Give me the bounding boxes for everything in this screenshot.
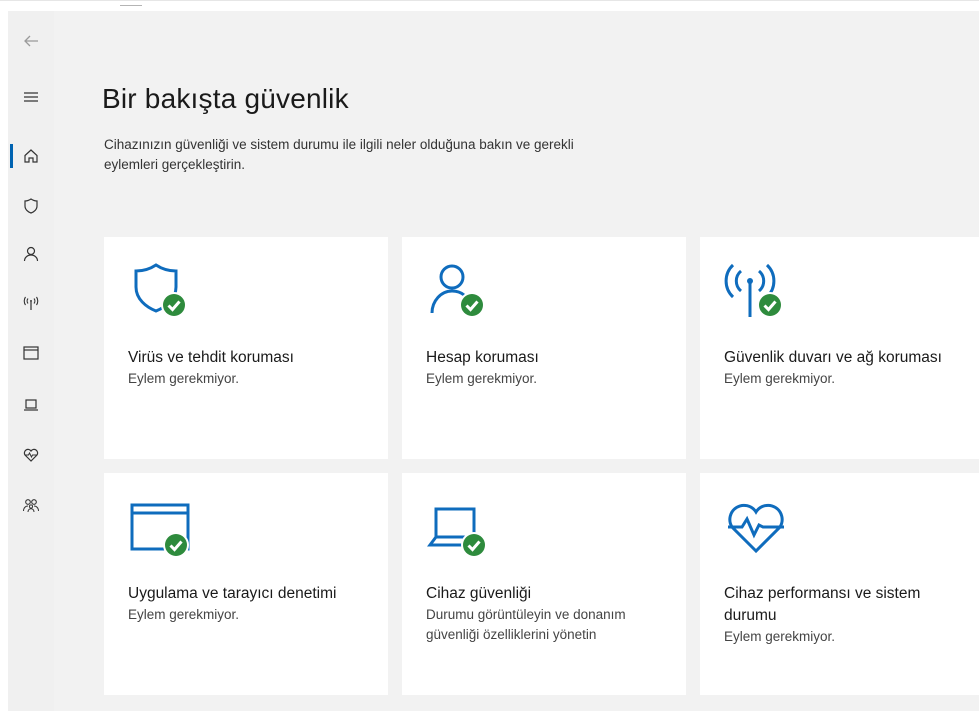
page-title: Bir bakışta güvenlik — [102, 83, 349, 114]
tile-device-security[interactable]: Cihaz güvenliği Durumu görüntüleyin ve d… — [402, 473, 686, 695]
tile-subtitle: Durumu görüntüleyin ve donanım güvenliği… — [426, 607, 626, 642]
antenna-check-icon — [724, 263, 783, 318]
tile-title-text: Cihaz güvenliği — [426, 585, 532, 602]
sidebar-item-home[interactable] — [8, 136, 54, 176]
menu-button[interactable] — [8, 77, 54, 117]
tile-subtitle: Eylem gerekmiyor. — [724, 629, 836, 644]
tile-title-text: Güvenlik duvarı ve ağ koruması — [724, 349, 942, 366]
sidebar-item-device-security[interactable] — [8, 385, 54, 425]
tile-title: Uygulama ve tarayıcı denetimi Eylem gere… — [128, 583, 378, 625]
tile-title: Güvenlik duvarı ve ağ koruması Eylem ger… — [724, 347, 974, 389]
tile-subtitle: Eylem gerekmiyor. — [426, 371, 538, 386]
sidebar — [8, 11, 54, 711]
person-check-icon — [430, 264, 485, 318]
tile-device-performance-health[interactable]: Cihaz performansı ve sistem durumu Eylem… — [700, 473, 979, 695]
tile-title-text: Virüs ve tehdit koruması — [128, 349, 294, 366]
laptop-icon — [24, 399, 38, 411]
tile-title: Cihaz güvenliği Durumu görüntüleyin ve d… — [426, 583, 676, 645]
network-antenna-icon — [23, 296, 39, 310]
tile-firewall-network-protection[interactable]: Güvenlik duvarı ve ağ koruması Eylem ger… — [700, 237, 979, 459]
sidebar-item-app-browser[interactable] — [8, 333, 54, 373]
tile-title: Hesap koruması Eylem gerekmiyor. — [426, 347, 676, 389]
active-indicator — [10, 144, 13, 168]
tile-title-text: Hesap koruması — [426, 349, 539, 366]
back-button[interactable] — [8, 21, 54, 61]
tile-virus-threat-protection[interactable]: Virüs ve tehdit koruması Eylem gerekmiyo… — [104, 237, 388, 459]
tile-subtitle: Eylem gerekmiyor. — [128, 371, 240, 386]
home-icon — [24, 149, 38, 163]
tile-account-protection[interactable]: Hesap koruması Eylem gerekmiyor. — [402, 237, 686, 459]
main-content: Bir bakışta güvenlik Cihazınızın güvenli… — [54, 11, 979, 711]
hamburger-menu-icon — [24, 92, 38, 102]
back-arrow-icon — [24, 35, 38, 47]
laptop-check-icon — [427, 507, 487, 558]
sidebar-item-firewall[interactable] — [8, 283, 54, 323]
page-description: Cihazınızın güvenliği ve sistem durumu i… — [104, 137, 574, 172]
family-icon — [23, 499, 39, 513]
sidebar-item-family-options[interactable] — [8, 485, 54, 525]
sidebar-item-device-performance[interactable] — [8, 435, 54, 475]
tile-title: Virüs ve tehdit koruması Eylem gerekmiyo… — [128, 347, 378, 389]
shield-icon — [24, 198, 38, 214]
clipped-title-fragment — [120, 0, 142, 6]
window-check-icon — [130, 503, 190, 558]
sidebar-item-virus-protection[interactable] — [8, 186, 54, 226]
tile-title: Cihaz performansı ve sistem durumu Eylem… — [724, 583, 974, 647]
browser-window-icon — [23, 346, 39, 360]
heart-pulse-icon — [23, 448, 39, 462]
app-window: Bir bakışta güvenlik Cihazınızın güvenli… — [0, 0, 979, 713]
person-icon — [23, 246, 39, 262]
tile-subtitle: Eylem gerekmiyor. — [128, 607, 240, 622]
tile-title-text: Cihaz performansı ve sistem durumu — [724, 585, 921, 624]
tile-subtitle: Eylem gerekmiyor. — [724, 371, 836, 386]
tile-app-browser-control[interactable]: Uygulama ve tarayıcı denetimi Eylem gere… — [104, 473, 388, 695]
shield-check-icon — [134, 263, 187, 318]
sidebar-item-account-protection[interactable] — [8, 234, 54, 274]
heart-pulse-icon — [728, 503, 784, 554]
tile-title-text: Uygulama ve tarayıcı denetimi — [128, 585, 337, 602]
